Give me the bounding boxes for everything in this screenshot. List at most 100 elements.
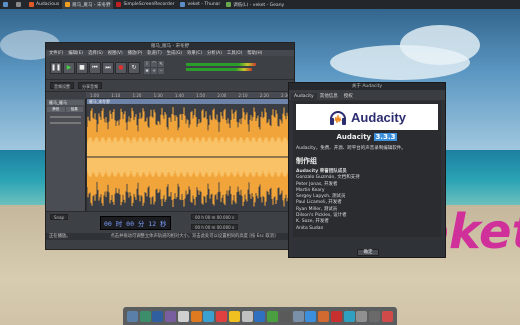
ruler-tick: 1:10 — [111, 92, 121, 98]
dock — [123, 307, 397, 325]
about-content: Audacity Audacity 3.3.3 Audacity，免费、开源、跨… — [293, 101, 441, 237]
dock-app-icon[interactable] — [343, 310, 355, 322]
headphones-icon — [330, 111, 347, 125]
window-title: 雁马_雁马 - 宋冬野 — [46, 43, 294, 50]
snap-checkbox[interactable]: Snap — [50, 214, 69, 220]
playback-meter — [186, 63, 256, 66]
about-dialog: 关于 Audacity Audacity 其他信息 授权 Audacity Au… — [288, 82, 446, 258]
dock-app-icon[interactable] — [267, 310, 279, 322]
dock-app-icon[interactable] — [126, 310, 138, 322]
dock-app-icon[interactable] — [305, 310, 317, 322]
status-text: 正在播放。 — [49, 234, 71, 239]
dock-app-icon[interactable] — [216, 310, 228, 322]
folder-icon — [180, 2, 186, 7]
dock-app-icon[interactable] — [228, 310, 240, 322]
stop-button[interactable]: ■ — [76, 61, 88, 74]
menu-icon[interactable] — [0, 0, 13, 9]
audacity-logo: Audacity — [296, 104, 438, 130]
select-tool-icon[interactable]: I — [144, 61, 150, 67]
wallpaper-cloud — [400, 25, 480, 65]
zoom-out-icon[interactable]: − — [158, 68, 164, 74]
ruler-tick: 1:50 — [196, 92, 206, 98]
draw-tool-icon[interactable]: ✎ — [158, 61, 164, 67]
zoom-in-icon[interactable]: + — [151, 68, 157, 74]
taskbar-item-geany[interactable]: 调低(L) - veket - Geany — [223, 0, 287, 9]
track-area: 雁马_雁马 静音 独奏 雁马_宋冬野 — [46, 99, 296, 211]
tab-info[interactable]: 其他信息 — [317, 92, 341, 100]
about-title: 关于 Audacity — [289, 83, 445, 90]
track-control-panel: 雁马_雁马 静音 独奏 — [46, 99, 86, 211]
dock-app-icon[interactable] — [356, 310, 368, 322]
track-name[interactable]: 雁马_雁马 — [47, 100, 84, 105]
dock-app-icon[interactable] — [381, 310, 393, 322]
show-desktop-icon[interactable] — [13, 0, 26, 9]
ruler-tick: 2:00 — [217, 92, 227, 98]
logo-text: Audacity — [351, 109, 406, 125]
dock-app-icon[interactable] — [203, 310, 215, 322]
team-member: Anita Sudan — [296, 225, 324, 231]
playback-meter — [186, 68, 252, 71]
multi-tool-icon[interactable]: ✱ — [144, 68, 150, 74]
ok-button[interactable]: 确定 — [357, 249, 379, 256]
dock-app-icon[interactable] — [152, 310, 164, 322]
pause-button[interactable]: ❚❚ — [50, 61, 62, 74]
timeline-ruler[interactable]: 1:00 1:10 1:20 1:30 1:40 1:50 2:00 2:10 … — [86, 92, 294, 99]
team-list: Audacity 荣誉团队成员 Gonzalo Guzmán, 文档和支持 Pe… — [296, 169, 438, 232]
time-display[interactable]: 00 时 00 分 12 秒 — [100, 215, 171, 230]
editor-icon — [226, 2, 232, 7]
version-line: Audacity 3.3.3 — [336, 133, 398, 141]
audacity-window: 雁马_雁马 - 宋冬野 文件(F) 编辑(E) 选择(S) 视图(V) 播放(P… — [45, 42, 296, 250]
selection-end-field[interactable]: 00 h 00 m 00.000 s — [191, 224, 239, 230]
dock-app-icon[interactable] — [139, 310, 151, 322]
gain-slider[interactable] — [50, 116, 81, 118]
credits-heading: 制作组 — [296, 157, 317, 165]
about-tabs: Audacity 其他信息 授权 — [289, 90, 445, 100]
dock-app-icon[interactable] — [254, 310, 266, 322]
dock-app-icon[interactable] — [318, 310, 330, 322]
dock-app-icon[interactable] — [177, 310, 189, 322]
share-audio-button[interactable]: 分享音频 — [78, 82, 102, 89]
version-number: 3.3.3 — [373, 133, 398, 141]
about-description: Audacity，免费、开源、跨平台的声音录制编辑软件。 — [296, 146, 406, 151]
waveform-graphic — [87, 104, 296, 211]
dock-app-icon[interactable] — [241, 310, 253, 322]
skip-start-button[interactable]: ⏮ — [89, 61, 101, 74]
taskbar-item-thunar[interactable]: veket - Thunar — [177, 0, 223, 9]
transport-toolbar: ❚❚ ▶ ■ ⏮ ⏭ ● ↻ I ⌒ ✎ ✱ + − — [46, 56, 294, 80]
ruler-tick: 1:40 — [174, 92, 184, 98]
mute-button[interactable]: 静音 — [47, 107, 65, 112]
audacious-icon — [29, 2, 34, 7]
dock-app-icon[interactable] — [292, 310, 304, 322]
selection-toolbar: Snap 00 时 00 分 12 秒 00 h 00 m 00.000 s 0… — [46, 211, 294, 233]
record-button[interactable]: ● — [115, 61, 127, 74]
ruler-tick: 2:10 — [238, 92, 248, 98]
status-hint: 点击并拖动可调整立体声轨道的相对大小，双击此处可以设置相同的高度 [按 Esc … — [110, 234, 276, 239]
solo-button[interactable]: 独奏 — [65, 107, 83, 112]
taskbar-item-audacity[interactable]: 雁马_雁马 - 宋冬野 — [62, 0, 114, 9]
dock-app-icon[interactable] — [190, 310, 202, 322]
ruler-tick: 1:20 — [132, 92, 142, 98]
taskbar-item-recorder[interactable]: SimpleScreenRecorder — [113, 0, 177, 9]
taskbar-item-audacious[interactable]: Audacious — [26, 0, 62, 9]
dock-app-icon[interactable] — [330, 310, 342, 322]
dock-app-icon[interactable] — [165, 310, 177, 322]
tab-license[interactable]: 授权 — [341, 92, 356, 100]
skip-end-button[interactable]: ⏭ — [102, 61, 114, 74]
dock-app-icon[interactable] — [369, 310, 381, 322]
top-taskbar: Audacious 雁马_雁马 - 宋冬野 SimpleScreenRecord… — [0, 0, 520, 9]
play-button[interactable]: ▶ — [63, 61, 75, 74]
loop-button[interactable]: ↻ — [128, 61, 140, 74]
dock-app-icon[interactable] — [279, 310, 291, 322]
ruler-tick: 1:30 — [153, 92, 163, 98]
waveform[interactable]: 雁马_宋冬野 — [87, 99, 296, 211]
pan-slider[interactable] — [50, 122, 81, 124]
secondary-toolbar: 音频设置 分享音频 — [46, 80, 294, 92]
ruler-tick: 2:20 — [259, 92, 269, 98]
audio-setup-button[interactable]: 音频设置 — [50, 82, 74, 89]
selection-start-field[interactable]: 00 h 00 m 00.000 s — [191, 214, 239, 220]
tab-audacity[interactable]: Audacity — [291, 93, 317, 100]
recorder-icon — [116, 2, 122, 7]
envelope-tool-icon[interactable]: ⌒ — [151, 61, 157, 67]
tools-toolbar: I ⌒ ✎ ✱ + − — [144, 61, 164, 74]
audacity-icon — [65, 2, 71, 7]
